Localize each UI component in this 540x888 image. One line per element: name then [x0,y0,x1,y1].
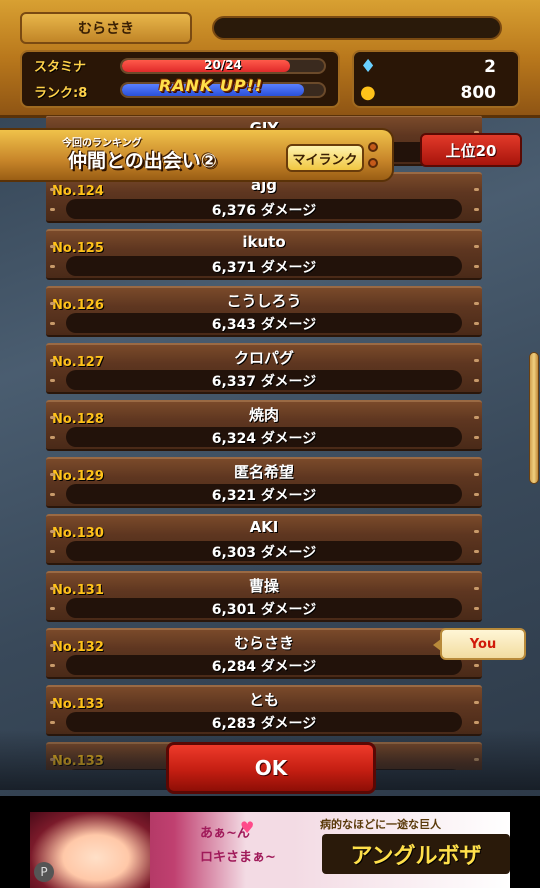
row-player-name: とも [248,691,279,709]
nail-decoration [474,493,479,496]
row-damage: 6,337 ダメージ [211,374,317,390]
ranking-row[interactable]: No.127 クロパグ 6,337 ダメージ [46,343,482,394]
gem-count: 2 [484,57,496,77]
nail-decoration [50,644,55,647]
coin-count: 800 [460,83,497,103]
scrollbar[interactable] [529,352,539,484]
ranking-row[interactable]: No.128 焼肉 6,324 ダメージ [46,400,482,451]
row-player-name: こうしろう [226,292,302,310]
row-damage: 6,321 ダメージ [211,488,317,504]
row-damage: 6,303 ダメージ [211,545,317,561]
nail-decoration [474,664,479,667]
nail-decoration [474,607,479,610]
nail-decoration [474,550,479,553]
stamina-value: 20/24 [204,58,242,72]
nail-decoration [474,208,479,211]
nail-decoration [50,436,55,439]
ranking-row[interactable]: No.129 匿名希望 6,321 ダメージ [46,457,482,508]
ranking-row[interactable]: No.130 AKI 6,303 ダメージ [46,514,482,565]
nail-decoration [474,587,479,590]
event-banner: 今回のランキング 仲間との出会い② マイランク [0,128,394,182]
gem-icon: ♦ [360,56,377,77]
nail-decoration [474,416,479,419]
ranking-list[interactable]: No.123GIYNo.124ajg6,376 ダメージNo.125ikuto6… [46,116,482,770]
nail-decoration [50,188,55,191]
ranking-row[interactable]: No.125 ikuto 6,371 ダメージ [46,229,482,280]
rankup-text: RANK UP!! [158,76,264,95]
nail-decoration [474,188,479,191]
top20-button[interactable]: 上位20 [420,133,522,167]
nail-decoration [474,265,479,268]
row-player-name: 焼肉 [248,406,279,424]
my-rank-indicator [368,142,380,174]
row-player-name: ikuto [242,233,286,251]
nail-decoration [474,322,479,325]
nail-decoration [50,416,55,419]
ad-badge-icon[interactable]: P [34,862,54,882]
nail-decoration [50,664,55,667]
ranking-row[interactable]: No.131 曹操 6,301 ダメージ [46,571,482,622]
ok-button[interactable]: OK [166,742,376,794]
nail-decoration [50,208,55,211]
nail-decoration [474,359,479,362]
nail-decoration [50,379,55,382]
nail-decoration [474,721,479,724]
row-player-name: AKI [249,518,279,536]
status-header: むらさき スタミナ 20/24 ランク:8 RANK UP!! ♦ 2 ● 80… [0,0,540,118]
nail-decoration [50,493,55,496]
row-player-name: クロパグ [233,349,294,367]
coin-icon: ● [360,82,376,103]
nail-decoration [50,721,55,724]
nail-decoration [50,550,55,553]
nail-decoration [50,473,55,476]
ad-line2: ロキさまぁ~ [200,850,276,865]
row-player-name: 匿名希望 [233,463,294,481]
row-player-name: 曹操 [248,577,279,595]
nail-decoration [50,701,55,704]
nail-decoration [50,302,55,305]
nail-decoration [474,379,479,382]
currency-panel: ♦ 2 ● 800 [352,50,520,108]
nail-decoration [50,322,55,325]
nail-decoration [50,245,55,248]
ad-banner[interactable]: あぁ~ん ♥ ロキさまぁ~ 病的なほどに一途な巨人 アングルボザ [30,812,510,888]
nail-decoration [474,473,479,476]
nail-decoration [50,607,55,610]
nail-decoration [474,302,479,305]
ad-area: あぁ~ん ♥ ロキさまぁ~ 病的なほどに一途な巨人 アングルボザ [0,796,540,888]
nail-decoration [50,265,55,268]
name-bar [212,16,502,40]
ad-tagline: 病的なほどに一途な巨人 [320,818,441,831]
event-title: 仲間との出会い② [68,150,217,172]
row-damage: 6,284 ダメージ [211,659,317,675]
nail-decoration [50,587,55,590]
row-player-name: むらさき [233,634,294,652]
row-damage: 6,301 ダメージ [211,602,317,618]
heart-icon: ♥ [240,818,255,837]
ranking-row[interactable]: No.133 とも 6,283 ダメージ [46,685,482,736]
rank-label: ランク:8 [34,86,88,101]
row-damage: 6,376 ダメージ [211,203,317,219]
nail-decoration [474,436,479,439]
ranking-row[interactable]: No.126 こうしろう 6,343 ダメージ [46,286,482,337]
nail-decoration [474,245,479,248]
nail-decoration [50,530,55,533]
nail-decoration [474,530,479,533]
player-name-plate: むらさき [20,12,192,44]
ranking-row[interactable]: No.132 むらさき 6,284 ダメージ [46,628,482,679]
my-rank-button[interactable]: マイランク [286,144,364,172]
row-damage: 6,371 ダメージ [211,260,317,276]
you-tag: You [433,628,526,660]
row-damage: 6,343 ダメージ [211,317,317,333]
ad-title: アングルボザ [322,834,510,874]
stamina-label: スタミナ [34,60,87,75]
coin-row: ● 800 [354,80,518,106]
gem-row: ♦ 2 [354,54,518,80]
nail-decoration [50,359,55,362]
row-damage: 6,324 ダメージ [211,431,317,447]
nail-decoration [474,701,479,704]
